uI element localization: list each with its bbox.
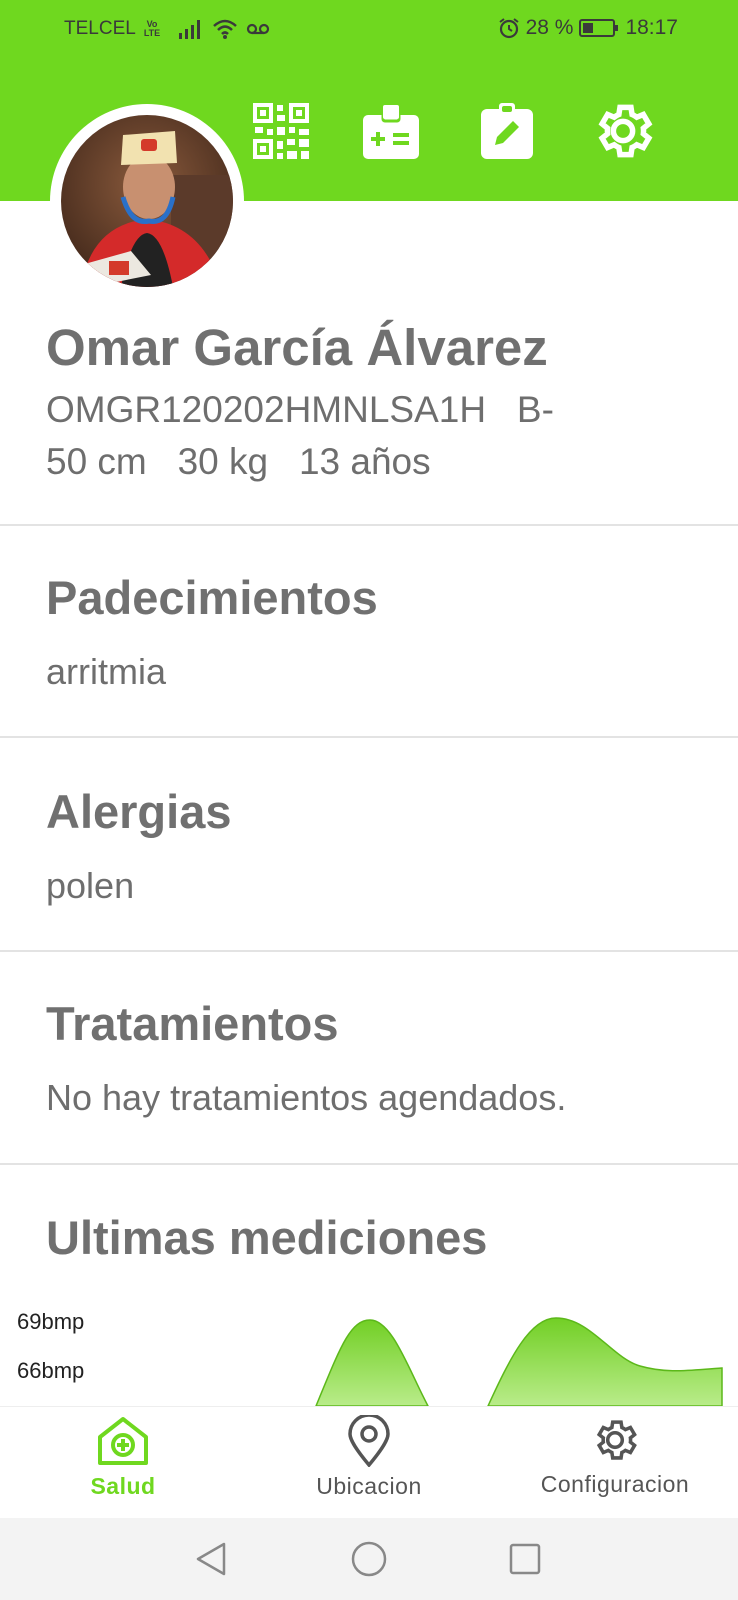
treatments-title: Tratamientos — [46, 997, 339, 1050]
chart-series-area — [487, 1317, 723, 1406]
divider — [0, 950, 738, 952]
divider — [0, 1163, 738, 1165]
treatments-section: Tratamientos No hay tratamientos agendad… — [46, 996, 726, 1119]
recents-square-icon — [509, 1543, 541, 1575]
nav-item-salud[interactable]: Salud — [0, 1415, 246, 1515]
battery-percent: 28 % — [525, 16, 574, 39]
divider — [0, 524, 738, 526]
location-pin-icon — [348, 1415, 390, 1467]
volte-icon: Vo LTE — [143, 19, 161, 38]
clipboard-edit-icon — [481, 103, 533, 159]
treatments-value: No hay tratamientos agendados. — [46, 1077, 567, 1118]
back-button[interactable] — [186, 1536, 236, 1582]
conditions-title: Padecimientos — [46, 571, 378, 624]
patient-name: Omar García Álvarez — [46, 319, 548, 376]
measurements-title: Ultimas mediciones — [46, 1211, 488, 1264]
wifi-icon — [213, 19, 237, 39]
medical-id-button[interactable] — [356, 96, 426, 166]
settings-button[interactable] — [588, 96, 658, 166]
curp: OMGR120202HMNLSA1H — [46, 389, 487, 430]
gear-icon — [596, 1420, 637, 1460]
conditions-value: arritmia — [46, 651, 167, 692]
chart-area — [315, 1317, 723, 1406]
system-navigation-bar — [0, 1518, 738, 1600]
stats-line: 50 cm 30 kg 13 años — [46, 441, 706, 483]
clock: 18:17 — [625, 16, 678, 39]
qr-code-button[interactable] — [246, 96, 316, 166]
nav-label-configuracion: Configuracion — [540, 1471, 690, 1497]
nav-item-ubicacion[interactable]: Ubicacion — [246, 1415, 492, 1515]
conditions-section: Padecimientos arritmia — [46, 570, 726, 693]
nav-label-ubicacion: Ubicacion — [316, 1473, 422, 1499]
header-actions — [250, 96, 690, 166]
alarm-icon — [498, 18, 519, 39]
avatar[interactable] — [61, 115, 233, 287]
battery-icon — [579, 19, 619, 37]
nav-label-salud: Salud — [90, 1473, 156, 1499]
age: 13 años — [298, 441, 431, 482]
gear-icon — [598, 104, 653, 158]
carrier-label: TELCEL — [64, 18, 136, 39]
nav-item-configuracion[interactable]: Configuracion — [492, 1415, 738, 1515]
profile-info: Omar García Álvarez OMGR120202HMNLSA1H B… — [46, 318, 706, 483]
home-circle-icon — [351, 1541, 387, 1577]
divider — [0, 736, 738, 738]
bottom-navigation: Salud Ubicacion Configuracion — [0, 1406, 738, 1518]
measurements-section: Ultimas mediciones — [46, 1210, 726, 1265]
back-triangle-icon — [196, 1542, 226, 1576]
id-line: OMGR120202HMNLSA1H B- — [46, 389, 706, 431]
allergies-title: Alergias — [46, 785, 232, 838]
heart-rate-chart: 69bmp 66bmp — [0, 1288, 738, 1406]
allergies-section: Alergias polen — [46, 784, 726, 907]
weight: 30 kg — [177, 441, 269, 482]
height: 50 cm — [46, 441, 147, 482]
avatar-frame — [50, 104, 244, 298]
edit-profile-button[interactable] — [472, 96, 542, 166]
voicemail-icon — [247, 23, 270, 35]
signal-icon — [179, 20, 201, 39]
blood-type: B- — [516, 389, 554, 430]
profile-photo — [61, 115, 233, 287]
home-plus-icon — [98, 1417, 148, 1465]
chart-series-area — [315, 1319, 429, 1406]
recents-button[interactable] — [500, 1536, 550, 1582]
medical-id-icon — [363, 103, 419, 159]
qr-code-icon — [253, 103, 309, 159]
status-bar: TELCEL Vo LTE 28 % 18:17 — [0, 0, 738, 58]
home-button[interactable] — [344, 1536, 394, 1582]
allergies-value: polen — [46, 865, 135, 906]
